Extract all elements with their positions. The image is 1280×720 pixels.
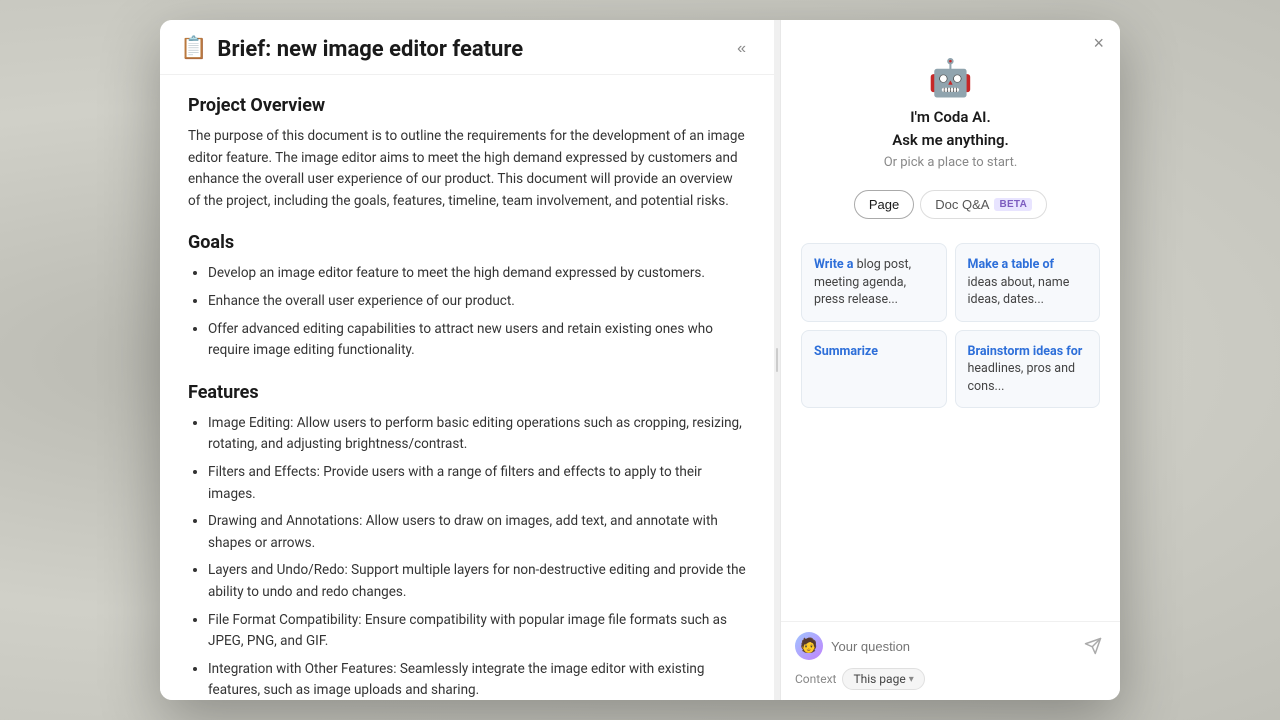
suggestion-brainstorm-rest: headlines, pros and cons...: [968, 361, 1076, 394]
doc-header: 📋 Brief: new image editor feature «: [160, 20, 774, 75]
question-input-row: 🧑: [795, 632, 1106, 660]
suggestion-summarize-action: Summarize: [814, 344, 878, 359]
list-item: Image Editing: Allow users to perform ba…: [208, 413, 746, 456]
modal-dialog: 📋 Brief: new image editor feature « Proj…: [160, 20, 1120, 700]
section-overview-text: The purpose of this document is to outli…: [188, 126, 746, 212]
section-heading-features: Features: [188, 382, 746, 403]
context-docqa-button[interactable]: Doc Q&A BETA: [920, 190, 1047, 219]
document-panel: 📋 Brief: new image editor feature « Proj…: [160, 20, 774, 700]
list-item: Layers and Undo/Redo: Support multiple l…: [208, 560, 746, 603]
ai-panel: × 🤖 I'm Coda AI. Ask me anything. Or pic…: [780, 20, 1120, 700]
list-item: Drawing and Annotations: Allow users to …: [208, 511, 746, 554]
context-toggle: Page Doc Q&A BETA: [854, 190, 1047, 219]
user-avatar: 🧑: [795, 632, 823, 660]
question-input[interactable]: [831, 639, 1072, 654]
section-heading-overview: Project Overview: [188, 95, 746, 116]
list-item: Filters and Effects: Provide users with …: [208, 462, 746, 505]
ai-greeting: I'm Coda AI. Ask me anything.: [892, 106, 1009, 151]
ai-greeting-line2: Ask me anything.: [892, 131, 1009, 149]
ai-avatar: 🤖: [928, 60, 973, 96]
suggestions-grid: Write a blog post, meeting agenda, press…: [801, 243, 1100, 408]
list-item: Integration with Other Features: Seamles…: [208, 659, 746, 700]
ai-greeting-line1: I'm Coda AI.: [910, 108, 991, 126]
list-item: Enhance the overall user experience of o…: [208, 291, 746, 313]
send-icon: [1084, 637, 1102, 655]
doc-icon: 📋: [180, 38, 207, 60]
suggestion-table[interactable]: Make a table of ideas about, name ideas,…: [955, 243, 1101, 322]
context-value: This page: [853, 672, 905, 686]
suggestion-write[interactable]: Write a blog post, meeting agenda, press…: [801, 243, 947, 322]
collapse-button[interactable]: «: [729, 36, 754, 62]
suggestion-summarize[interactable]: Summarize: [801, 330, 947, 409]
list-item: Offer advanced editing capabilities to a…: [208, 319, 746, 362]
context-page-button[interactable]: Page: [854, 190, 914, 219]
suggestion-table-rest: ideas about, name ideas, dates...: [968, 275, 1070, 308]
features-list: Image Editing: Allow users to perform ba…: [208, 413, 746, 700]
ai-subtitle: Or pick a place to start.: [884, 155, 1018, 170]
send-button[interactable]: [1080, 635, 1106, 657]
goals-list: Develop an image editor feature to meet …: [208, 263, 746, 361]
doc-content: Project Overview The purpose of this doc…: [160, 75, 774, 700]
context-row: Context This page ▾: [795, 668, 1106, 690]
divider-handle: [776, 348, 778, 372]
list-item: Develop an image editor feature to meet …: [208, 263, 746, 285]
doc-title: Brief: new image editor feature: [217, 37, 523, 62]
ai-footer: 🧑 Context This page ▾: [781, 621, 1120, 700]
ai-content: 🤖 I'm Coda AI. Ask me anything. Or pick …: [781, 20, 1120, 621]
chevron-down-icon: ▾: [909, 674, 914, 685]
beta-badge: BETA: [994, 198, 1032, 211]
close-button[interactable]: ×: [1089, 30, 1108, 56]
context-select[interactable]: This page ▾: [842, 668, 924, 690]
suggestion-brainstorm[interactable]: Brainstorm ideas for headlines, pros and…: [955, 330, 1101, 409]
suggestion-table-action: Make a table of: [968, 257, 1055, 272]
suggestion-brainstorm-action: Brainstorm ideas for: [968, 344, 1083, 359]
list-item: File Format Compatibility: Ensure compat…: [208, 610, 746, 653]
suggestion-write-action: Write a: [814, 257, 853, 272]
context-label: Context: [795, 672, 836, 686]
section-heading-goals: Goals: [188, 232, 746, 253]
